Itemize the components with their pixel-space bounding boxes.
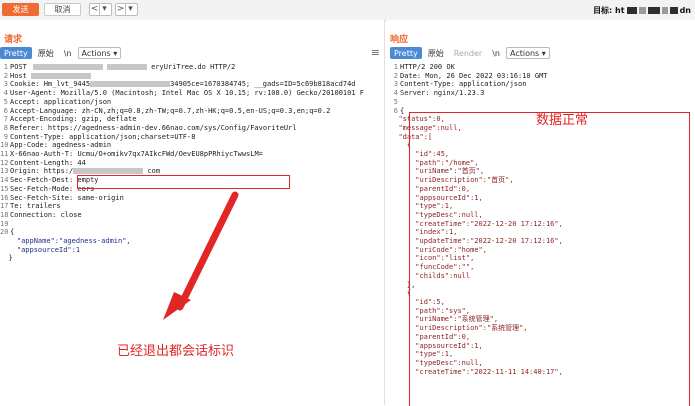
back-icon[interactable]: < xyxy=(90,4,99,15)
annotation-session-exited: 已经退出都会话标识 xyxy=(117,344,235,359)
redaction xyxy=(661,7,668,14)
redaction xyxy=(626,7,637,14)
toolbar: 发送 取消 < ▾ > ▾ 目标: ht dn xyxy=(0,0,695,21)
tab-newline[interactable]: \n xyxy=(488,47,504,59)
tab-raw[interactable]: 原始 xyxy=(424,47,448,59)
send-button[interactable]: 发送 xyxy=(2,3,39,16)
response-highlight-box xyxy=(409,112,690,406)
back-nav-group[interactable]: < ▾ xyxy=(89,3,112,16)
actions-dropdown[interactable]: Actions ▾ xyxy=(505,47,550,59)
target-suffix: dn xyxy=(679,6,691,15)
redaction xyxy=(647,7,660,14)
back-dropdown-icon[interactable]: ▾ xyxy=(100,4,109,15)
cancel-button[interactable]: 取消 xyxy=(44,3,81,16)
tab-pretty[interactable]: Pretty xyxy=(390,47,422,59)
request-pane: 请求 Pretty 原始 \n Actions ▾ ≡ 1 POST eryUri… xyxy=(0,20,385,405)
redaction xyxy=(669,7,678,14)
target-prefix: 目标: ht xyxy=(593,6,625,15)
tab-render[interactable]: Render xyxy=(450,47,486,59)
redaction xyxy=(638,7,646,14)
target-label[interactable]: 目标: ht dn xyxy=(593,5,691,16)
forward-dropdown-icon[interactable]: ▾ xyxy=(126,4,135,15)
forward-nav-group[interactable]: > ▾ xyxy=(115,3,138,16)
response-tabs: Pretty 原始 Render \n Actions ▾ xyxy=(390,47,550,59)
response-title: 响应 xyxy=(390,35,409,45)
forward-icon[interactable]: > xyxy=(116,4,125,15)
